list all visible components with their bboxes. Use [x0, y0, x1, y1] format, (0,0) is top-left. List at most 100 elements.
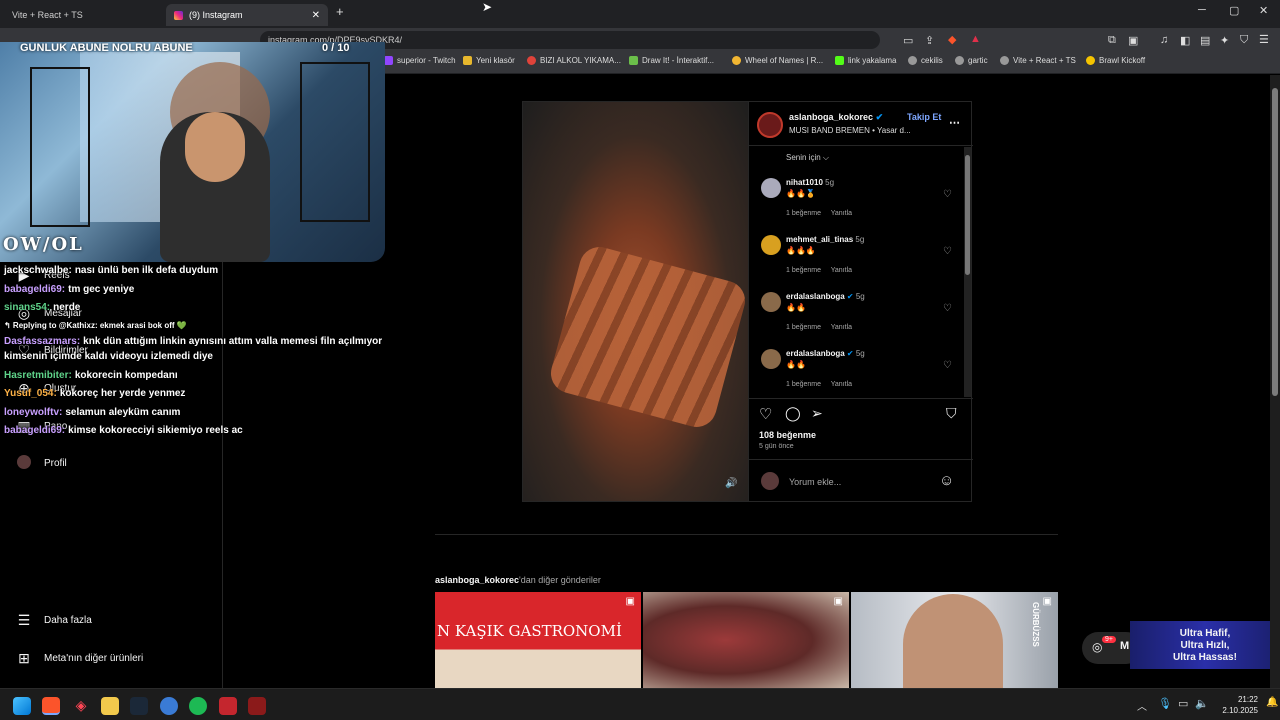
post-thumbnail[interactable]: N KAŞIK GASTRONOMİ ▣ — [435, 592, 641, 688]
emoji-icon[interactable]: ☺ — [939, 472, 954, 489]
leo-icon[interactable]: ✦ — [1220, 34, 1229, 47]
app-icon[interactable] — [219, 697, 237, 715]
wallet2-icon[interactable]: ▤ — [1200, 34, 1210, 47]
reply-button[interactable]: Yanıtla — [831, 381, 852, 388]
bookmark-item[interactable]: Yeni klasör — [463, 56, 515, 65]
author-username[interactable]: aslanboga_kokorec ✔ — [789, 112, 883, 123]
comment-like-icon[interactable]: ♡ — [943, 303, 952, 314]
stream-chat: jackschwalbe: nası ünlü ben ilk defa duyd… — [4, 262, 384, 441]
commenter-avatar[interactable] — [761, 292, 781, 312]
comment-user[interactable]: erdalaslanboga — [786, 349, 845, 358]
sidebar-item-profile[interactable]: Profil — [16, 455, 67, 472]
comments-scrollbar[interactable] — [964, 147, 971, 397]
comment-likes[interactable]: 1 beğenme — [786, 324, 821, 331]
scroll-thumb[interactable] — [965, 155, 970, 275]
chat-user: babageldi69: — [4, 283, 66, 295]
reply-button[interactable]: Yanıtla — [831, 267, 852, 274]
volume-icon[interactable]: 🔊 — [725, 478, 737, 489]
author-avatar[interactable] — [757, 112, 783, 138]
comment-like-icon[interactable]: ♡ — [943, 189, 952, 200]
save-icon[interactable]: ⛉ — [946, 405, 957, 422]
comment-likes[interactable]: 1 beğenme — [786, 210, 821, 217]
commenter-avatar[interactable] — [761, 235, 781, 255]
tab-instagram[interactable]: (9) Instagram ✕ — [166, 4, 328, 26]
bookmark-item[interactable]: link yakalama — [835, 56, 896, 65]
install-icon[interactable]: ▭ — [903, 34, 913, 47]
bookmark-item[interactable]: Brawl Kickoff — [1086, 56, 1145, 65]
share-icon[interactable]: ⇪ — [925, 34, 934, 47]
post-date: 5 gün önce — [759, 443, 794, 450]
more-posts-heading: aslanboga_kokorec'dan diğer gönderiler — [435, 575, 601, 585]
tab-close-icon[interactable]: ✕ — [312, 10, 320, 21]
media-icon[interactable]: ♫ — [1160, 34, 1168, 46]
bookmark-item[interactable]: Wheel of Names | R... — [732, 56, 823, 65]
post-video[interactable]: 🔊 — [523, 102, 750, 501]
ad-line: Ultra Hızlı, — [1180, 640, 1230, 651]
comment-user[interactable]: mehmet_ali_tinas — [786, 235, 853, 244]
clock[interactable]: 21:22 2.10.2025 — [1214, 694, 1258, 716]
notification-bell-icon[interactable]: 🔔 — [1266, 697, 1278, 708]
sidebar-more[interactable]: ☰ Daha fazla — [16, 612, 92, 629]
extensions-icon[interactable]: ⧉ — [1108, 34, 1116, 47]
volume-icon[interactable]: 🔈 — [1195, 697, 1209, 710]
spotify-icon[interactable] — [189, 697, 207, 715]
post-thumbnail[interactable]: GÜRBÜZSS ▣ — [851, 592, 1058, 688]
comment-icon[interactable]: ◯ — [785, 405, 801, 422]
commenter-avatar[interactable] — [761, 349, 781, 369]
bookmark-item[interactable]: superior - Twitch — [384, 56, 456, 65]
tab-vite[interactable]: Vite + React + TS — [4, 4, 164, 26]
bookmark-item[interactable]: Vite + React + TS — [1000, 56, 1076, 65]
minimize-icon[interactable]: ─ — [1198, 4, 1206, 16]
bookmark-item[interactable]: gartic — [955, 56, 988, 65]
comment-user[interactable]: erdalaslanboga — [786, 292, 845, 301]
rewards-icon[interactable]: ▲ — [970, 33, 981, 45]
comment-likes[interactable]: 1 beğenme — [786, 381, 821, 388]
ad-line: Ultra Hassas! — [1173, 652, 1237, 663]
menu-icon[interactable]: ☰ — [1259, 33, 1269, 46]
bookmark-item[interactable]: BIZI ALKOL YIKAMA... — [527, 56, 621, 65]
comment-likes[interactable]: 1 beğenme — [786, 267, 821, 274]
reply-button[interactable]: Yanıtla — [831, 210, 852, 217]
app-icon[interactable] — [160, 697, 178, 715]
sidebar-toggle-icon[interactable]: ◧ — [1180, 34, 1190, 47]
reply-button[interactable]: Yanıtla — [831, 324, 852, 331]
brave-icon[interactable] — [42, 697, 60, 715]
valorant-icon[interactable]: ◈ — [72, 697, 90, 715]
bookmark-item[interactable]: cekilis — [908, 56, 943, 65]
sidebar-meta-products[interactable]: ⊞ Meta'nın diğer ürünleri — [16, 650, 143, 667]
follow-button[interactable]: Takip Et — [907, 112, 941, 122]
app-icon[interactable] — [248, 697, 266, 715]
instagram-icon — [174, 10, 183, 20]
microphone-icon[interactable]: 🎙 — [1158, 697, 1172, 710]
more-options-icon[interactable]: ⋯ — [949, 116, 960, 129]
comment-like-icon[interactable]: ♡ — [943, 360, 952, 371]
more-posts-user[interactable]: aslanboga_kokorec — [435, 575, 519, 585]
comment-like-icon[interactable]: ♡ — [943, 246, 952, 257]
commenter-avatar[interactable] — [761, 178, 781, 198]
like-icon[interactable]: ♡ — [759, 405, 772, 423]
divider — [749, 145, 973, 146]
bookmark-item[interactable]: Draw It! - İnteraktif... — [629, 56, 714, 65]
page-scroll-thumb[interactable] — [1272, 88, 1278, 396]
new-tab-icon[interactable]: + — [336, 4, 344, 19]
like-count[interactable]: 108 beğenme — [759, 430, 816, 440]
chat-message: Dasfassazmars: knk dün attığım linkin ayn… — [4, 334, 384, 364]
bookmark-label: superior - Twitch — [397, 56, 456, 65]
messenger-icon: ◎ — [1092, 640, 1103, 654]
post-thumbnail[interactable]: ▣ — [643, 592, 849, 688]
vpn-icon[interactable]: ⛉ — [1240, 34, 1248, 47]
network-icon[interactable]: ▭ — [1178, 697, 1188, 710]
comment-user[interactable]: nihat1010 — [786, 178, 823, 187]
brave-shield-icon[interactable]: ◆ — [948, 33, 956, 46]
wallet-icon[interactable]: ▣ — [1128, 34, 1138, 47]
start-icon[interactable] — [13, 697, 31, 715]
steam-icon[interactable] — [130, 697, 148, 715]
audio-label[interactable]: MUSI BAND BREMEN • Yasar d... — [789, 126, 911, 135]
close-window-icon[interactable]: ✕ — [1259, 4, 1268, 17]
tray-chevron-icon[interactable]: ︿ — [1137, 698, 1147, 713]
file-explorer-icon[interactable] — [101, 697, 119, 715]
comment-input[interactable]: Yorum ekle... — [789, 477, 841, 487]
share-icon[interactable]: ➢ — [811, 405, 823, 422]
maximize-icon[interactable]: ▢ — [1229, 4, 1239, 17]
sort-dropdown[interactable]: Senin için ⌵ — [786, 153, 829, 163]
